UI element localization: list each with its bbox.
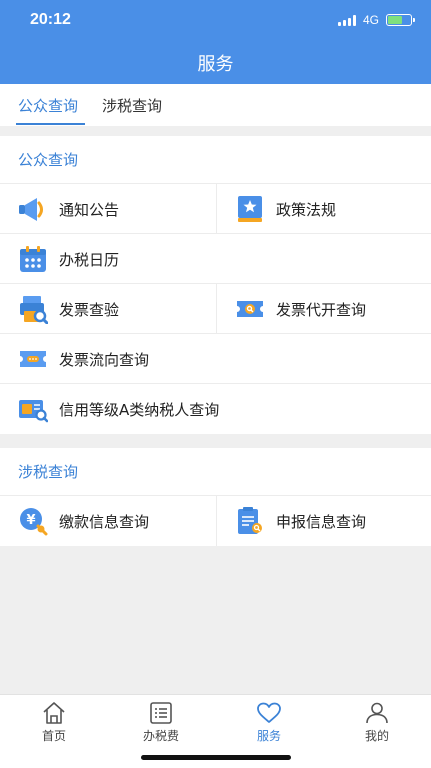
status-time: 20:12 [30, 11, 71, 28]
invoice-check-icon [20, 296, 48, 324]
tabbar-label: 我的 [364, 729, 389, 743]
notice-item[interactable]: 通知公告 [0, 184, 215, 234]
tab-tax-query[interactable]: 涉税查询 [102, 95, 162, 116]
calendar-icon [20, 246, 46, 272]
list-icon [150, 702, 172, 724]
payment-search-icon: ¥ [20, 508, 48, 536]
tabbar-label: 首页 [41, 729, 66, 743]
status-bar: 20:12 4G [0, 0, 431, 40]
query-tabs: 公众查询 涉税查询 [0, 84, 431, 126]
policy-book-icon [238, 196, 262, 222]
invoice-flow-item[interactable]: 发票流向查询 [0, 334, 431, 384]
credit-a-taxpayer-item[interactable]: 信用等级A类纳税人查询 [0, 384, 431, 434]
tabbar-tax-handling[interactable]: 办税费 [121, 701, 201, 744]
signal-icon [338, 15, 358, 26]
invoice-issue-query-item[interactable]: 发票代开查询 [216, 284, 431, 334]
tabbar-profile[interactable]: 我的 [337, 701, 417, 744]
tab-public-query[interactable]: 公众查询 [18, 95, 78, 116]
item-label: 申报信息查询 [276, 512, 367, 531]
app-header: 20:12 4G 服务 [0, 0, 431, 84]
page-title: 服务 [197, 54, 234, 75]
item-label: 发票查验 [59, 300, 120, 319]
grid-row: 信用等级A类纳税人查询 [0, 384, 431, 434]
payment-info-item[interactable]: ¥ 缴款信息查询 [0, 496, 215, 546]
active-tab-indicator [16, 123, 85, 125]
tax-calendar-item[interactable]: 办税日历 [0, 234, 431, 284]
invoice-ticket-icon [237, 301, 263, 317]
policy-item[interactable]: 政策法规 [216, 184, 431, 234]
declaration-info-item[interactable]: 申报信息查询 [216, 496, 431, 546]
item-label: 缴款信息查询 [59, 512, 150, 531]
tabbar-service[interactable]: 服务 [229, 701, 309, 744]
tabbar-label: 服务 [256, 729, 281, 743]
section-title-tax: 涉税查询 [0, 448, 431, 496]
user-icon [366, 702, 388, 724]
item-label: 信用等级A类纳税人查询 [59, 400, 220, 419]
svg-text:¥: ¥ [26, 513, 35, 528]
tabbar-home[interactable]: 首页 [14, 701, 94, 744]
credit-search-icon [19, 400, 48, 423]
invoice-flow-icon [20, 351, 46, 367]
battery-charging-icon [386, 14, 415, 26]
tax-query-section: 涉税查询 ¥ 缴款信息查询 申报信息查询 [0, 448, 431, 546]
item-label: 发票代开查询 [276, 300, 367, 319]
grid-row: 办税日历 [0, 234, 431, 284]
declaration-search-icon [238, 507, 262, 534]
public-query-section: 公众查询 通知公告 政策法规 办税日历 发票查验 发票代开查询 发票流向查询 信… [0, 136, 431, 434]
item-label: 办税日历 [59, 250, 120, 269]
grid-row: ¥ 缴款信息查询 申报信息查询 [0, 496, 431, 546]
item-label: 政策法规 [276, 200, 337, 219]
item-label: 通知公告 [59, 200, 120, 219]
tabbar-label: 办税费 [142, 729, 179, 743]
grid-row: 发票流向查询 [0, 334, 431, 384]
megaphone-icon [19, 198, 43, 221]
grid-row: 通知公告 政策法规 [0, 184, 431, 234]
home-indicator[interactable] [141, 755, 291, 760]
invoice-check-item[interactable]: 发票查验 [0, 284, 215, 334]
heart-icon [257, 702, 281, 723]
section-title-public: 公众查询 [0, 136, 431, 184]
network-type: 4G [363, 13, 380, 27]
grid-row: 发票查验 发票代开查询 [0, 284, 431, 334]
item-label: 发票流向查询 [59, 350, 150, 369]
home-icon [43, 702, 65, 724]
